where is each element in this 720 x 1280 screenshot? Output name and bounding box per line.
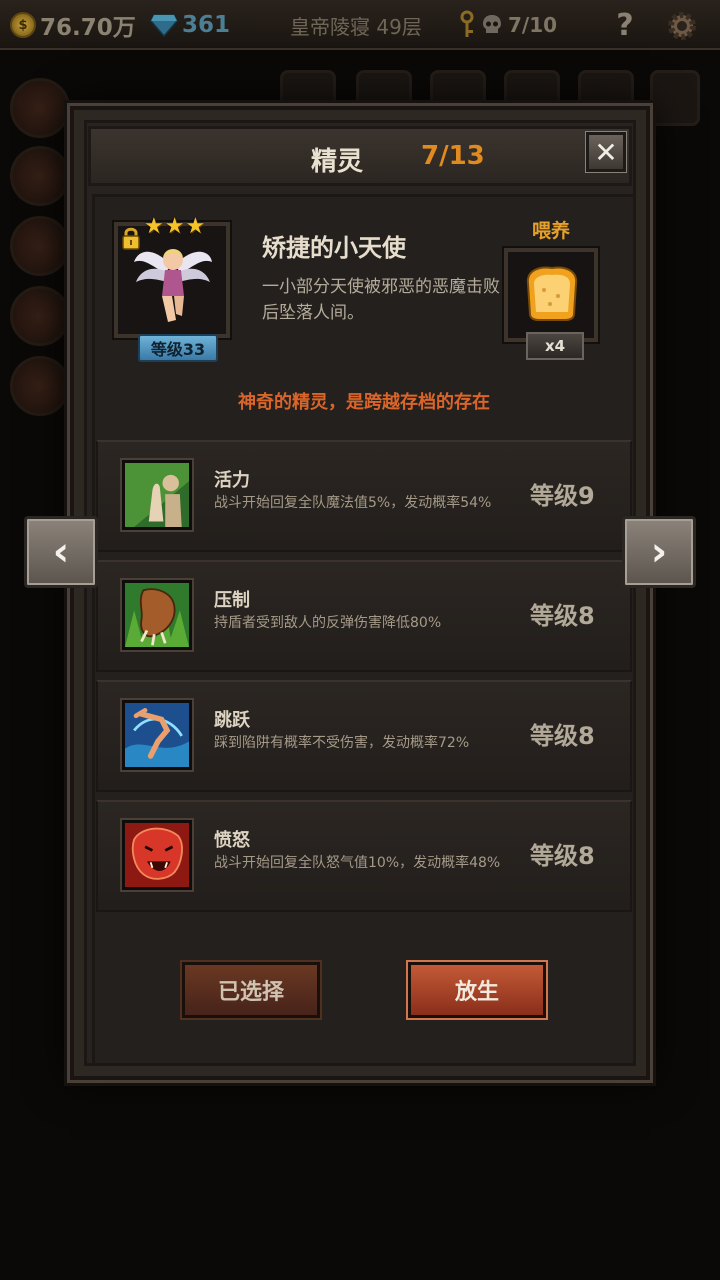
bread-icon bbox=[526, 266, 578, 321]
gear-icon[interactable] bbox=[664, 8, 700, 44]
bg-hero-portrait bbox=[10, 146, 70, 206]
keys-count: 7/10 bbox=[508, 13, 558, 37]
feed-item-count: x4 bbox=[526, 332, 584, 360]
skill-row[interactable]: 压制 持盾者受到敌人的反弹伤害降低80% 等级8 bbox=[96, 560, 632, 672]
spirit-level-badge: 等级33 bbox=[138, 334, 218, 362]
spirit-name: 矫捷的小天使 bbox=[262, 234, 406, 262]
bg-hero-portrait bbox=[10, 78, 70, 138]
skill-level: 等级9 bbox=[530, 482, 595, 510]
release-button[interactable]: 放生 bbox=[406, 960, 548, 1020]
keys-display: 7/10 bbox=[458, 8, 557, 42]
prev-spirit-button[interactable]: ‹ bbox=[24, 516, 98, 588]
skill-level: 等级8 bbox=[530, 842, 595, 870]
skill-name: 活力 bbox=[214, 470, 250, 491]
bg-hero-portrait bbox=[10, 356, 70, 416]
gem-amount: 361 bbox=[182, 12, 231, 38]
leaping-figure-icon bbox=[120, 698, 194, 772]
help-button[interactable]: ? bbox=[610, 8, 640, 43]
star-rating: ★★★ bbox=[144, 214, 207, 239]
skill-name: 压制 bbox=[214, 590, 250, 611]
dialog-title: 精灵 bbox=[311, 147, 364, 177]
skill-row[interactable]: 活力 战斗开始回复全队魔法值5%，发动概率54% 等级9 bbox=[96, 440, 632, 552]
spirit-description: 一小部分天使被邪恶的恶魔击败后坠落人间。 bbox=[262, 277, 500, 323]
top-bar: $ 76.70万 361 皇帝陵寝 49层 7/10 ? bbox=[0, 0, 720, 50]
skill-description: 踩到陷阱有概率不受伤害，发动概率72% bbox=[214, 735, 470, 751]
next-spirit-button[interactable]: › bbox=[622, 516, 696, 588]
spirit-tagline: 神奇的精灵，是跨越存档的存在 bbox=[238, 392, 490, 413]
skill-description: 战斗开始回复全队魔法值5%，发动概率54% bbox=[214, 495, 492, 511]
praying-hands-icon bbox=[120, 458, 194, 532]
bg-hero-portrait bbox=[10, 286, 70, 346]
close-button[interactable]: ✕ bbox=[585, 131, 627, 173]
spirit-dialog: 精灵 7/13 ★★★ 等级33 矫捷的小天使 一小部分天使被邪恶的恶魔击败后坠… bbox=[67, 103, 653, 1083]
skill-description: 战斗开始回复全队怒气值10%，发动概率48% bbox=[214, 855, 501, 871]
beast-claw-icon bbox=[120, 578, 194, 652]
gold-display: $ 76.70万 bbox=[10, 8, 136, 42]
gem-display: 361 bbox=[150, 8, 230, 42]
skill-description: 持盾者受到敌人的反弹伤害降低80% bbox=[214, 615, 442, 631]
skill-level: 等级8 bbox=[530, 602, 595, 630]
skill-name: 跳跃 bbox=[214, 710, 250, 731]
dialog-header: 精灵 7/13 bbox=[88, 126, 632, 186]
selected-button[interactable]: 已选择 bbox=[180, 960, 322, 1020]
bg-hero-portrait bbox=[10, 216, 70, 276]
skill-level: 等级8 bbox=[530, 722, 595, 750]
gold-coin-icon: $ bbox=[10, 12, 36, 38]
feed-label: 喂养 bbox=[532, 220, 571, 242]
bg-locked-slot bbox=[650, 70, 700, 126]
skill-row[interactable]: 跳跃 踩到陷阱有概率不受伤害，发动概率72% 等级8 bbox=[96, 680, 632, 792]
gold-amount: 76.70万 bbox=[40, 15, 136, 41]
skill-row[interactable]: 愤怒 战斗开始回复全队怒气值10%，发动概率48% 等级8 bbox=[96, 800, 632, 912]
key-icon bbox=[460, 10, 474, 37]
roaring-lion-icon bbox=[120, 818, 194, 892]
skill-name: 愤怒 bbox=[214, 830, 250, 851]
spirit-count: 7/13 bbox=[421, 141, 485, 171]
angel-portrait bbox=[134, 249, 212, 322]
dungeon-location: 皇帝陵寝 49层 bbox=[290, 14, 422, 39]
lock-icon bbox=[122, 227, 140, 250]
skull-icon bbox=[483, 15, 501, 33]
diamond-icon bbox=[150, 14, 178, 37]
